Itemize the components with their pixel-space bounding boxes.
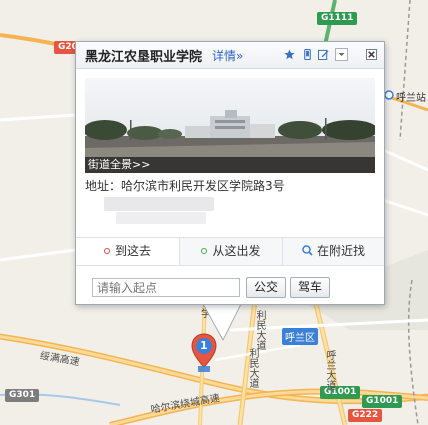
tab-search-nearby[interactable]: 在附近找 bbox=[283, 238, 384, 265]
limin-avenue-label: 利民大道 bbox=[254, 310, 265, 350]
redacted-info bbox=[116, 212, 206, 224]
route-tabs: 到这去 从这出发 在附近找 bbox=[76, 237, 384, 266]
address-row: 地址：哈尔滨市利民开发区学院路3号 bbox=[85, 177, 285, 194]
close-icon[interactable] bbox=[366, 49, 377, 60]
search-nearby-icon bbox=[302, 245, 313, 256]
hulan-district-label[interactable]: 呼兰区 bbox=[282, 328, 318, 345]
bus-button[interactable]: 公交 bbox=[246, 277, 286, 298]
popup-header: 黑龙江农垦职业学院 详情» bbox=[76, 42, 384, 69]
hulan-avenue-label: 呼兰大道 bbox=[324, 350, 335, 390]
phone-icon[interactable] bbox=[302, 49, 313, 60]
tab-go-here[interactable]: 到这去 bbox=[76, 238, 179, 265]
street-view-photo[interactable]: 街道全景>> bbox=[85, 78, 375, 173]
redacted-phone-info bbox=[104, 197, 214, 211]
detail-link[interactable]: 详情» bbox=[212, 47, 243, 64]
g1111-shield: G1111 bbox=[317, 12, 358, 25]
start-point-input[interactable] bbox=[92, 278, 240, 297]
edit-icon[interactable] bbox=[318, 49, 329, 60]
star-icon[interactable] bbox=[284, 49, 295, 60]
tab-start-here-label: 从这出发 bbox=[212, 244, 261, 258]
street-view-link[interactable]: 街道全景>> bbox=[85, 157, 375, 173]
place-info-popup: 黑龙江农垦职业学院 详情» 街道全景>> 地址：哈尔滨市利民开发区学院路3号 到… bbox=[75, 41, 385, 305]
tab-search-nearby-label: 在附近找 bbox=[316, 244, 365, 258]
address-label: 地址： bbox=[85, 179, 122, 193]
dropdown-icon[interactable] bbox=[335, 48, 348, 61]
tab-start-here[interactable]: 从这出发 bbox=[180, 238, 282, 265]
g222-shield: G222 bbox=[348, 409, 383, 422]
g1001-shield-2: G1001 bbox=[362, 395, 403, 408]
tab-go-here-label: 到这去 bbox=[114, 244, 151, 258]
address-value: 哈尔滨市利民开发区学院路3号 bbox=[121, 179, 285, 193]
g301-shield: G301 bbox=[5, 389, 40, 402]
drive-button[interactable]: 驾车 bbox=[290, 277, 330, 298]
green-dot-icon bbox=[201, 248, 208, 254]
limin-avenue-label-2: 利民大道 bbox=[247, 348, 258, 388]
popup-title: 黑龙江农垦职业学院 bbox=[85, 50, 203, 65]
hulan-station-label: 呼兰站 bbox=[396, 93, 426, 104]
red-dot-icon bbox=[103, 248, 110, 254]
popup-tail bbox=[203, 303, 241, 339]
